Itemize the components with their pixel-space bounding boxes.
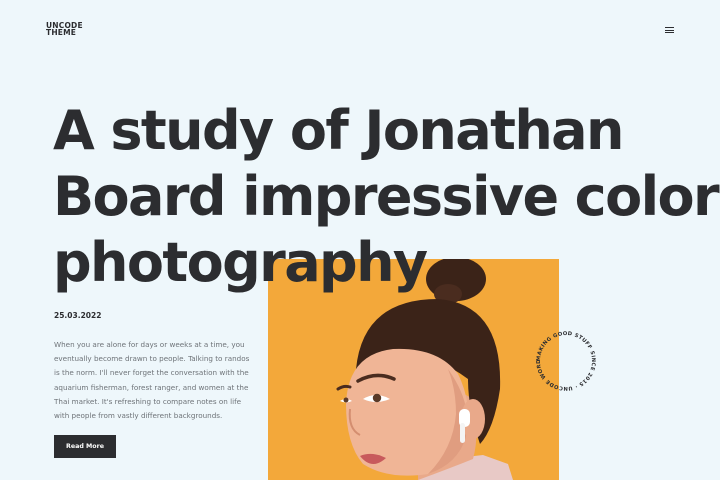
excerpt-line: When you are alone for days or weeks at … — [54, 340, 245, 349]
hamburger-icon — [665, 27, 674, 29]
excerpt-line: Thai market. It's refreshing to compare … — [54, 396, 242, 406]
post-excerpt: When you are alone for days or weeks at … — [54, 338, 250, 423]
read-more-button[interactable]: Read More — [54, 435, 116, 458]
title-line-3: photography — [53, 231, 428, 294]
excerpt-line: eventually become drawn to people. Talki… — [54, 354, 250, 364]
title-line-2: Board impressive colors — [53, 165, 720, 228]
title-line-1: A study of Jonathan — [53, 99, 624, 162]
page-title: A study of Jonathan Board impressive col… — [53, 98, 720, 296]
logo-line-2: THEME — [46, 28, 77, 37]
excerpt-line: with people from vastly different backgr… — [54, 411, 223, 421]
svg-text:MAKING GOOD STUFF SINCE 2015 ·: MAKING GOOD STUFF SINCE 2015 · UNCODE WO… — [531, 326, 596, 391]
post-date: 25.03.2022 — [54, 311, 102, 320]
circular-text-badge: MAKING GOOD STUFF SINCE 2015 · UNCODE WO… — [531, 326, 596, 391]
hamburger-menu-button[interactable] — [662, 23, 676, 37]
badge-text: MAKING GOOD STUFF SINCE 2015 · UNCODE WO… — [531, 326, 596, 391]
excerpt-line: is the norm. I'll never forget the conve… — [54, 368, 249, 378]
excerpt-line: aquarium fisherman, forest ranger, and w… — [54, 382, 249, 392]
site-logo[interactable]: UNCODE THEME — [46, 22, 83, 37]
